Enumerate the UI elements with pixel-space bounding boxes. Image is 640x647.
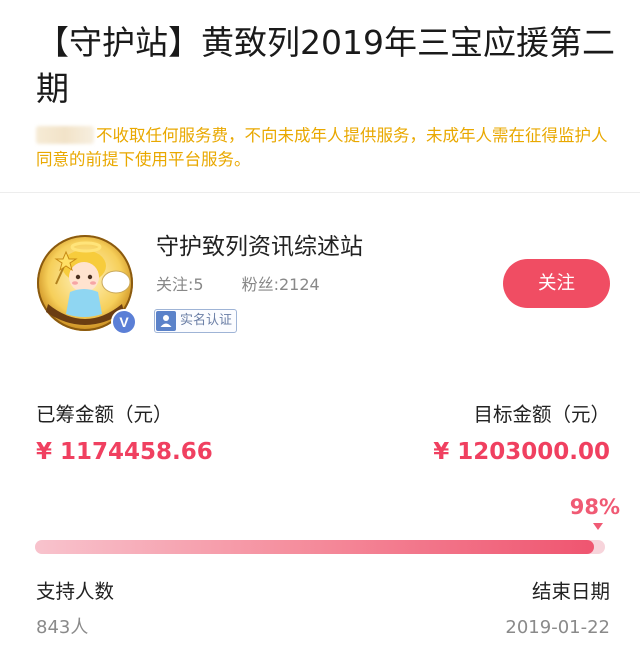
campaign-title: 【守护站】黄致列2019年三宝应援第二期: [36, 23, 615, 108]
station-stats: 关注:5 粉丝:2124: [156, 274, 358, 296]
verify-text: 实名认证: [180, 313, 233, 328]
progress-pointer-icon: [593, 523, 603, 530]
progress-bar-fill: [35, 540, 594, 554]
target-amount-value: ¥ 1203000.00: [433, 439, 610, 465]
progress-percent: 98%: [569, 495, 620, 519]
end-date-value: 2019-01-22: [505, 617, 610, 638]
raised-amount-label: 已筹金额（元）: [36, 403, 173, 426]
fans-count: 粉丝:2124: [241, 275, 320, 294]
station-name[interactable]: 守护致列资讯综述站: [156, 232, 363, 262]
progress-bar: [35, 540, 605, 554]
end-date-label: 结束日期: [531, 580, 610, 603]
follow-count: 关注:5: [156, 275, 204, 294]
notice-text: 不收取任何服务费，不向未成年人提供服务，未成年人需在征得监护人同意的前提下使用平…: [36, 126, 608, 169]
target-amount-label: 目标金额（元）: [473, 403, 610, 426]
service-notice: 不收取任何服务费，不向未成年人提供服务，未成年人需在征得监护人同意的前提下使用平…: [36, 124, 616, 172]
blurred-platform-name: [36, 126, 94, 144]
user-id-icon: [156, 311, 176, 331]
raised-amount-value: ¥ 1174458.66: [36, 439, 213, 465]
supporters-label: 支持人数: [36, 580, 115, 603]
verified-badge: V: [111, 309, 137, 335]
divider: [0, 192, 640, 193]
real-name-verified-tag: 实名认证: [154, 309, 238, 333]
supporters-value: 843人: [36, 617, 89, 638]
follow-button[interactable]: 关注: [503, 259, 610, 308]
